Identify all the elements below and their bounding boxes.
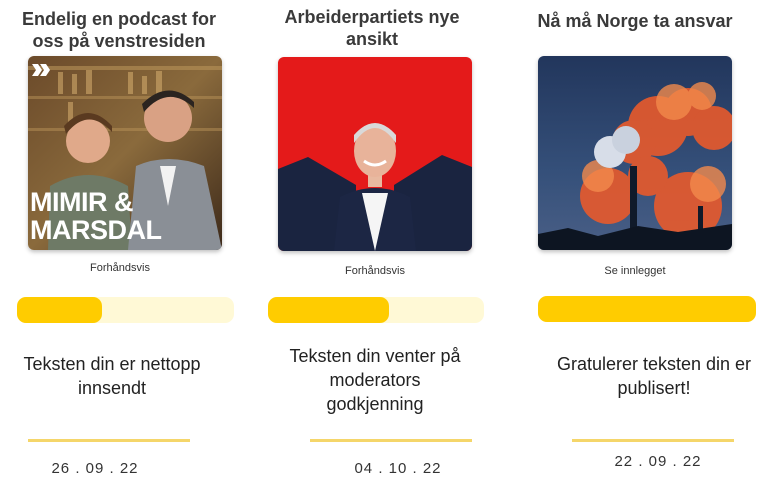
submission-date: 04 . 10 . 22 <box>354 460 442 477</box>
status-message: Teksten din venter på moderators godkjen… <box>289 346 461 414</box>
podcast-cover-image[interactable]: MIMIR & MARSDAL <box>28 56 222 250</box>
podcast-logo-text: MIMIR & MARSDAL <box>30 187 162 245</box>
progress-bar-fill <box>538 296 756 322</box>
progress-bar <box>538 296 756 322</box>
progress-bar-fill <box>17 297 102 323</box>
divider <box>28 439 190 442</box>
progress-bar-fill <box>268 297 389 323</box>
status-message: Gratulerer teksten din er publisert! <box>556 354 752 398</box>
submission-date: 26 . 09 . 22 <box>51 460 139 477</box>
card-title: Nå må Norge ta ansvar <box>537 11 733 31</box>
submission-date: 22 . 09 . 22 <box>614 453 702 470</box>
card-title: Endelig en podcast for oss på venstresid… <box>21 9 217 51</box>
status-message: Teksten din er nettopp innsendt <box>23 354 201 398</box>
preview-link[interactable]: Forhåndsvis <box>28 262 212 274</box>
progress-bar <box>268 297 484 323</box>
article-image[interactable] <box>538 56 732 250</box>
divider <box>310 439 472 442</box>
view-post-link[interactable]: Se innlegget <box>538 265 732 277</box>
card-title: Arbeiderpartiets nye ansikt <box>284 7 460 49</box>
preview-link[interactable]: Forhåndsvis <box>278 265 472 277</box>
progress-bar <box>17 297 234 323</box>
divider <box>572 439 734 442</box>
article-image[interactable] <box>278 57 472 251</box>
